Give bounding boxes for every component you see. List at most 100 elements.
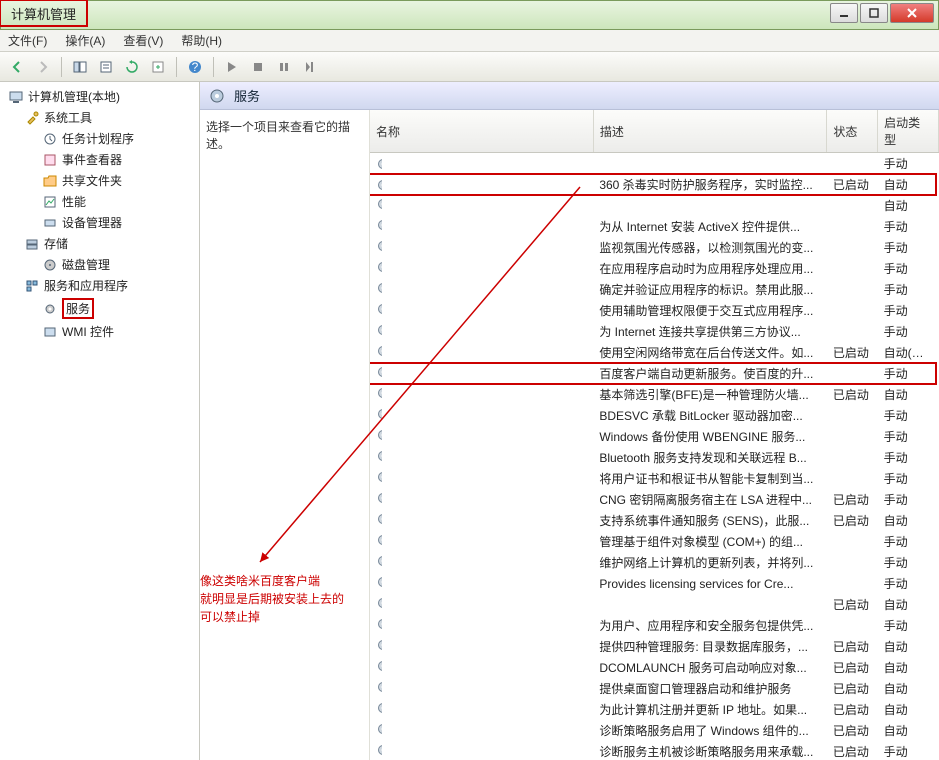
- col-name[interactable]: 名称: [370, 110, 593, 153]
- service-row[interactable]: Desktop Window Manager Sess...提供桌面窗口管理器启…: [370, 678, 939, 699]
- service-row[interactable]: Block Level Backup Engine Servi...Window…: [370, 426, 939, 447]
- close-button[interactable]: [890, 3, 934, 23]
- service-name-cell: DHCP Client: [370, 699, 382, 717]
- menu-action[interactable]: 操作(A): [61, 30, 109, 51]
- menu-view[interactable]: 查看(V): [119, 30, 167, 51]
- service-desc-cell: 维护网络上计算机的更新列表，并将列...: [593, 552, 826, 573]
- service-row[interactable]: Diagnostic Service Host诊断服务主机被诊断策略服务用来承载…: [370, 741, 939, 760]
- service-row[interactable]: Creative Audio Engine Licensing...Provid…: [370, 573, 939, 594]
- service-row[interactable]: Application Layer Gateway Servi...为 Inte…: [370, 321, 939, 342]
- service-start-cell: 手动: [878, 405, 939, 426]
- service-state-cell: 已启动: [827, 174, 878, 195]
- gear-icon: [208, 87, 226, 105]
- stop-button[interactable]: [247, 56, 269, 78]
- service-name-cell: Computer Browser: [370, 552, 382, 570]
- service-state-cell: 已启动: [827, 510, 878, 531]
- service-row[interactable]: Adaptive Brightness监视氛围光传感器，以检测氛围光的变...手…: [370, 237, 939, 258]
- maximize-button[interactable]: [860, 3, 888, 23]
- service-row[interactable]: Acronis OS Selector Reinstall Se...自动: [370, 195, 939, 216]
- title-highlight-box: 计算机管理: [0, 0, 88, 27]
- service-row[interactable]: Diagnostic Policy Service诊断策略服务启用了 Windo…: [370, 720, 939, 741]
- service-row[interactable]: Computer Browser 维护网络上计算机的更新列表，并将列... 手动: [370, 552, 939, 573]
- service-row[interactable]: Certificate Propagation将用户证书和根证书从智能卡复制到当…: [370, 468, 939, 489]
- show-hide-tree-button[interactable]: [69, 56, 91, 78]
- service-desc-cell: 诊断服务主机被诊断策略服务用来承载...: [593, 741, 826, 760]
- back-button[interactable]: [6, 56, 28, 78]
- service-start-cell: 手动: [878, 531, 939, 552]
- pause-button[interactable]: [273, 56, 295, 78]
- tree-disk-mgmt[interactable]: 磁盘管理: [2, 254, 197, 275]
- titlebar: 计算机管理: [0, 0, 939, 30]
- service-row[interactable]: Cryptographic Services提供四种管理服务: 目录数据库服务，…: [370, 636, 939, 657]
- service-state-cell: 已启动: [827, 594, 878, 615]
- service-row[interactable]: Base Filtering Engine基本筛选引擎(BFE)是一种管理防火墙…: [370, 384, 939, 405]
- service-state-cell: [827, 531, 878, 552]
- apps-icon: [24, 278, 40, 294]
- service-start-cell: 自动(延...: [878, 342, 939, 363]
- tree-performance[interactable]: 性能: [2, 191, 197, 212]
- service-row[interactable]: Credential Manager为用户、应用程序和安全服务包提供凭...手动: [370, 615, 939, 636]
- service-desc-cell: [593, 594, 826, 615]
- content-pane: 服务 选择一个项目来查看它的描述。 名称 描述 状态 启动类型: [200, 82, 939, 760]
- service-start-cell: 手动: [878, 153, 939, 175]
- service-row[interactable]: COM+ System Application管理基于组件对象模型 (COM+)…: [370, 531, 939, 552]
- service-desc-cell: 为此计算机注册并更新 IP 地址。如果...: [593, 699, 826, 720]
- services-table-pane[interactable]: 名称 描述 状态 启动类型 360 杀毒全盘扫描辅助服务手动360 杀毒实时防护…: [370, 110, 939, 760]
- service-row[interactable]: Bluetooth Support ServiceBluetooth 服务支持发…: [370, 447, 939, 468]
- description-prompt: 选择一个项目来查看它的描述。: [206, 120, 350, 151]
- tree-device-manager[interactable]: 设备管理器: [2, 212, 197, 233]
- service-row[interactable]: Application Experience在应用程序启动时为应用程序处理应用.…: [370, 258, 939, 279]
- service-row[interactable]: BitLocker Drive Encryption Servi...BDESV…: [370, 405, 939, 426]
- restart-button[interactable]: [299, 56, 321, 78]
- service-row[interactable]: COM+ Event System支持系统事件通知服务 (SENS)，此服...…: [370, 510, 939, 531]
- service-start-cell: 自动: [878, 195, 939, 216]
- perf-icon: [42, 194, 58, 210]
- tree-services[interactable]: 服务: [2, 296, 197, 321]
- content-header: 服务: [200, 82, 939, 110]
- service-name-cell: Diagnostic Policy Service: [370, 720, 382, 738]
- service-row[interactable]: DCOM Server Process LauncherDCOMLAUNCH 服…: [370, 657, 939, 678]
- menu-help[interactable]: 帮助(H): [177, 30, 226, 51]
- service-row[interactable]: 360 杀毒实时防护服务360 杀毒实时防护服务程序，实时监控...已启动自动: [370, 174, 939, 195]
- service-name-cell: DCOM Server Process Launcher: [370, 657, 382, 675]
- minimize-button[interactable]: [830, 3, 858, 23]
- properties-button[interactable]: [95, 56, 117, 78]
- service-row[interactable]: CNG Key IsolationCNG 密钥隔离服务宿主在 LSA 进程中..…: [370, 489, 939, 510]
- col-state[interactable]: 状态: [827, 110, 878, 153]
- tree-storage[interactable]: 存储: [2, 233, 197, 254]
- service-start-cell: 手动: [878, 552, 939, 573]
- col-start[interactable]: 启动类型: [878, 110, 939, 153]
- service-name-cell: Credential Manager: [370, 615, 382, 633]
- service-row[interactable]: Background Intelligent Transfer...使用空闲网络…: [370, 342, 939, 363]
- tree-task-scheduler[interactable]: 任务计划程序: [2, 128, 197, 149]
- forward-button[interactable]: [32, 56, 54, 78]
- service-row[interactable]: Application Identity确定并验证应用程序的标识。禁用此服...…: [370, 279, 939, 300]
- disk-icon: [42, 257, 58, 273]
- service-row[interactable]: Baidu Updater百度客户端自动更新服务。使百度的升...手动: [370, 363, 939, 384]
- service-start-cell: 手动: [878, 489, 939, 510]
- service-row[interactable]: Creative Audio Service已启动自动: [370, 594, 939, 615]
- export-button[interactable]: [147, 56, 169, 78]
- service-row[interactable]: DHCP Client为此计算机注册并更新 IP 地址。如果...已启动自动: [370, 699, 939, 720]
- tree-event-viewer[interactable]: 事件查看器: [2, 149, 197, 170]
- tree-root[interactable]: 计算机管理(本地): [2, 86, 197, 107]
- folder-icon: [42, 173, 58, 189]
- service-start-cell: 手动: [878, 426, 939, 447]
- menu-file[interactable]: 文件(F): [4, 30, 51, 51]
- tree-shared-folders[interactable]: 共享文件夹: [2, 170, 197, 191]
- service-row[interactable]: 360 杀毒全盘扫描辅助服务手动: [370, 153, 939, 175]
- service-row[interactable]: ActiveX Installer (AxInstSV)为从 Internet …: [370, 216, 939, 237]
- col-desc[interactable]: 描述: [593, 110, 826, 153]
- nav-tree[interactable]: 计算机管理(本地) 系统工具 任务计划程序 事件查看器 共享文件夹 性能 设备管…: [0, 82, 200, 760]
- menubar: 文件(F) 操作(A) 查看(V) 帮助(H): [0, 30, 939, 52]
- service-name-cell: 360 杀毒实时防护服务: [370, 174, 382, 195]
- tree-system-tools[interactable]: 系统工具: [2, 107, 197, 128]
- refresh-button[interactable]: [121, 56, 143, 78]
- help-button[interactable]: ?: [184, 56, 206, 78]
- play-button[interactable]: [221, 56, 243, 78]
- service-desc-cell: 为从 Internet 安装 ActiveX 控件提供...: [593, 216, 826, 237]
- service-desc-cell: 基本筛选引擎(BFE)是一种管理防火墙...: [593, 384, 826, 405]
- service-row[interactable]: Application Information使用辅助管理权限便于交互式应用程序…: [370, 300, 939, 321]
- tree-services-apps[interactable]: 服务和应用程序: [2, 275, 197, 296]
- tree-wmi[interactable]: WMI 控件: [2, 321, 197, 342]
